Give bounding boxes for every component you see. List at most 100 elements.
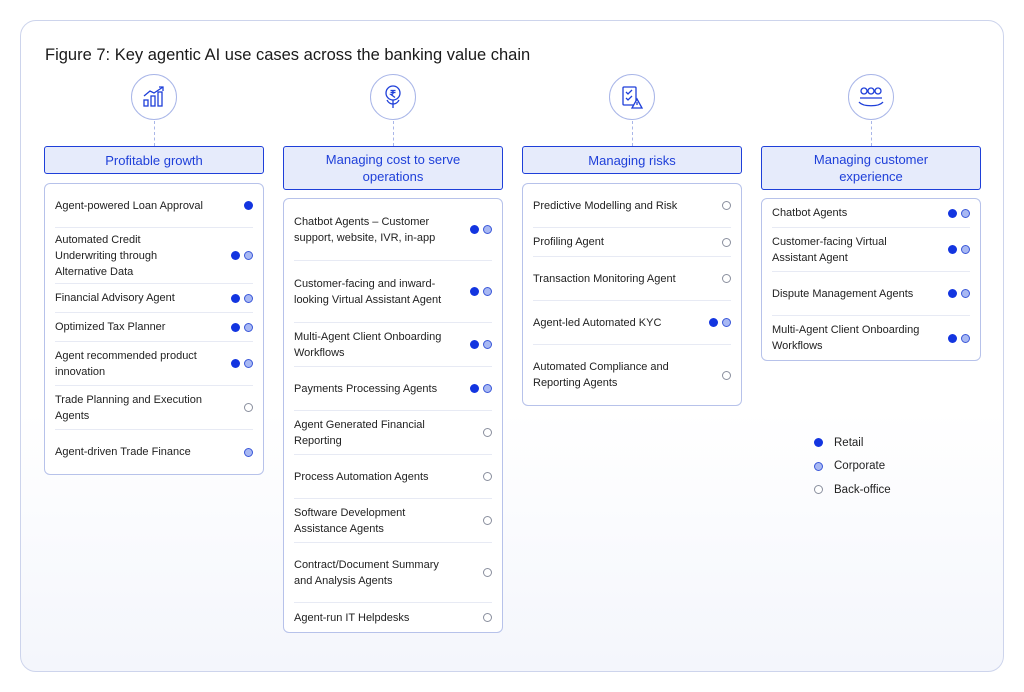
back-office-dot-icon — [244, 403, 253, 412]
use-case-label: Profiling Agent — [533, 236, 604, 248]
segment-dots — [483, 613, 492, 622]
back-office-dot-icon — [483, 568, 492, 577]
use-case-label: Contract/Document Summary and Analysis A… — [294, 558, 439, 587]
segment-dots — [722, 201, 731, 210]
use-case-card-customer-experience: Chatbot Agents Customer-facing Virtual As… — [761, 198, 981, 361]
corporate-dot-icon — [961, 333, 970, 343]
list-item: Multi-Agent Client Onboarding Workflows — [294, 323, 492, 367]
use-case-label: Predictive Modelling and Risk — [533, 199, 678, 212]
legend-item-retail: Retail — [814, 431, 891, 455]
list-item: Agent-run IT Helpdesks — [294, 603, 492, 632]
list-item: Agent-powered Loan Approval — [55, 184, 253, 228]
column-header-customer-experience: Managing customer experience — [761, 146, 981, 190]
segment-dots — [483, 516, 492, 525]
growth-chart-icon — [131, 74, 177, 120]
segment-dots — [483, 428, 492, 437]
retail-dot-icon — [948, 245, 957, 254]
use-case-label: Agent-powered Loan Approval — [55, 199, 203, 212]
back-office-dot-icon — [483, 428, 492, 437]
segment-dots — [722, 237, 731, 247]
list-item: Chatbot Agents – Customer support, websi… — [294, 199, 492, 261]
corporate-dot-icon — [483, 340, 492, 349]
segment-dots — [483, 568, 492, 577]
money-tree-icon — [370, 74, 416, 120]
corporate-dot-icon — [814, 461, 823, 471]
use-case-card-managing-cost: Chatbot Agents – Customer support, websi… — [283, 198, 503, 633]
legend-label: Back-office — [834, 483, 891, 496]
retail-dot-icon — [948, 208, 957, 218]
column-header-profitable-growth: Profitable growth — [44, 146, 264, 174]
segment-dots — [948, 245, 970, 254]
segment-dots — [722, 274, 731, 283]
retail-dot-icon — [470, 225, 479, 234]
retail-dot-icon — [709, 318, 718, 327]
connector-line — [632, 121, 633, 146]
retail-dot-icon — [231, 293, 240, 303]
list-item: Automated Credit Underwriting through Al… — [55, 228, 253, 284]
list-item: Dispute Management Agents — [772, 272, 970, 316]
back-office-dot-icon — [722, 274, 731, 283]
use-case-label: Trade Planning and Execution Agents — [55, 393, 202, 422]
segment-dots — [244, 201, 253, 210]
list-item: Profiling Agent — [533, 228, 731, 257]
segment-dots — [948, 289, 970, 298]
connector-line — [871, 121, 872, 146]
use-case-label: Software Development Assistance Agents — [294, 506, 406, 535]
corporate-dot-icon — [244, 322, 253, 332]
use-case-label: Agent Generated Financial Reporting — [294, 418, 425, 447]
use-case-label: Chatbot Agents – Customer support, websi… — [294, 215, 436, 244]
back-office-dot-icon — [483, 516, 492, 525]
use-case-label: Agent recommended product innovation — [55, 349, 197, 378]
list-item: Process Automation Agents — [294, 455, 492, 499]
use-case-card-managing-risks: Predictive Modelling and Risk Profiling A… — [522, 183, 742, 406]
checklist-warning-icon — [609, 74, 655, 120]
retail-dot-icon — [231, 359, 240, 368]
retail-dot-icon — [231, 322, 240, 332]
retail-dot-icon — [814, 438, 823, 448]
list-item: Automated Compliance and Reporting Agent… — [533, 345, 731, 405]
corporate-dot-icon — [244, 251, 253, 260]
list-item: Transaction Monitoring Agent — [533, 257, 731, 301]
use-case-label: Dispute Management Agents — [772, 287, 914, 300]
segment-dots — [948, 208, 970, 218]
list-item: Chatbot Agents — [772, 199, 970, 228]
back-office-dot-icon — [722, 201, 731, 210]
back-office-dot-icon — [722, 237, 731, 247]
use-case-label: Automated Credit Underwriting through Al… — [55, 233, 158, 278]
segment-dots — [948, 333, 970, 343]
segment-dots — [470, 384, 492, 393]
use-case-label: Automated Compliance and Reporting Agent… — [533, 361, 669, 389]
corporate-dot-icon — [961, 289, 970, 298]
corporate-dot-icon — [961, 245, 970, 254]
segment-dots — [244, 447, 253, 457]
corporate-dot-icon — [244, 293, 253, 303]
use-case-label: Multi-Agent Client Onboarding Workflows — [294, 330, 442, 359]
connector-line — [393, 121, 394, 146]
use-case-card-profitable-growth: Agent-powered Loan Approval Automated Cre… — [44, 183, 264, 475]
retail-dot-icon — [470, 340, 479, 349]
corporate-dot-icon — [244, 359, 253, 368]
back-office-dot-icon — [722, 370, 731, 380]
segment-dots — [244, 403, 253, 412]
retail-dot-icon — [470, 384, 479, 393]
use-case-label: Agent-driven Trade Finance — [55, 446, 191, 458]
use-case-label: Chatbot Agents — [772, 207, 848, 219]
retail-dot-icon — [948, 333, 957, 343]
use-case-label: Agent-run IT Helpdesks — [294, 611, 410, 624]
legend-item-corporate: Corporate — [814, 455, 891, 479]
back-office-dot-icon — [483, 472, 492, 481]
people-group-icon — [848, 74, 894, 120]
list-item: Customer-facing and inward-looking Virtu… — [294, 261, 492, 323]
list-item: Contract/Document Summary and Analysis A… — [294, 543, 492, 603]
column-header-managing-cost: Managing cost to serve operations — [283, 146, 503, 190]
segment-dots — [470, 287, 492, 296]
list-item: Predictive Modelling and Risk — [533, 184, 731, 228]
list-item: Multi-Agent Client Onboarding Workflows — [772, 316, 970, 360]
segment-dots — [709, 318, 731, 327]
legend-label: Corporate — [834, 460, 886, 473]
retail-dot-icon — [470, 287, 479, 296]
legend: Retail Corporate Back-office — [814, 431, 891, 502]
list-item: Agent-led Automated KYC — [533, 301, 731, 345]
segment-dots — [231, 359, 253, 368]
column-header-managing-risks: Managing risks — [522, 146, 742, 174]
